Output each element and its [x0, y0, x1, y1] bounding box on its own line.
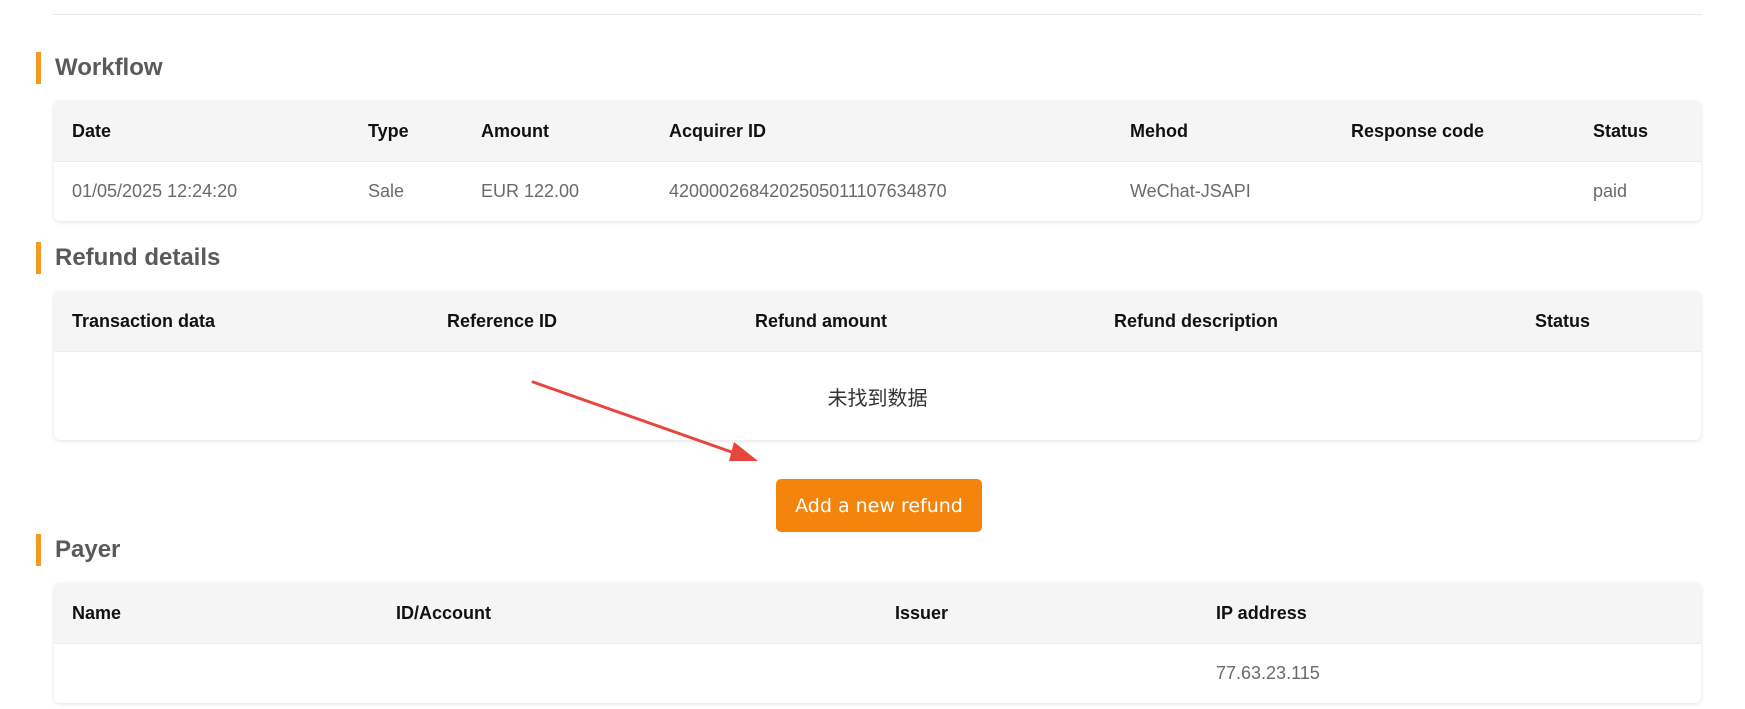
- transaction-detail-page: Workflow Date Type Amount Acquirer ID Me…: [0, 0, 1745, 709]
- annotation-arrow-icon: [531, 380, 758, 461]
